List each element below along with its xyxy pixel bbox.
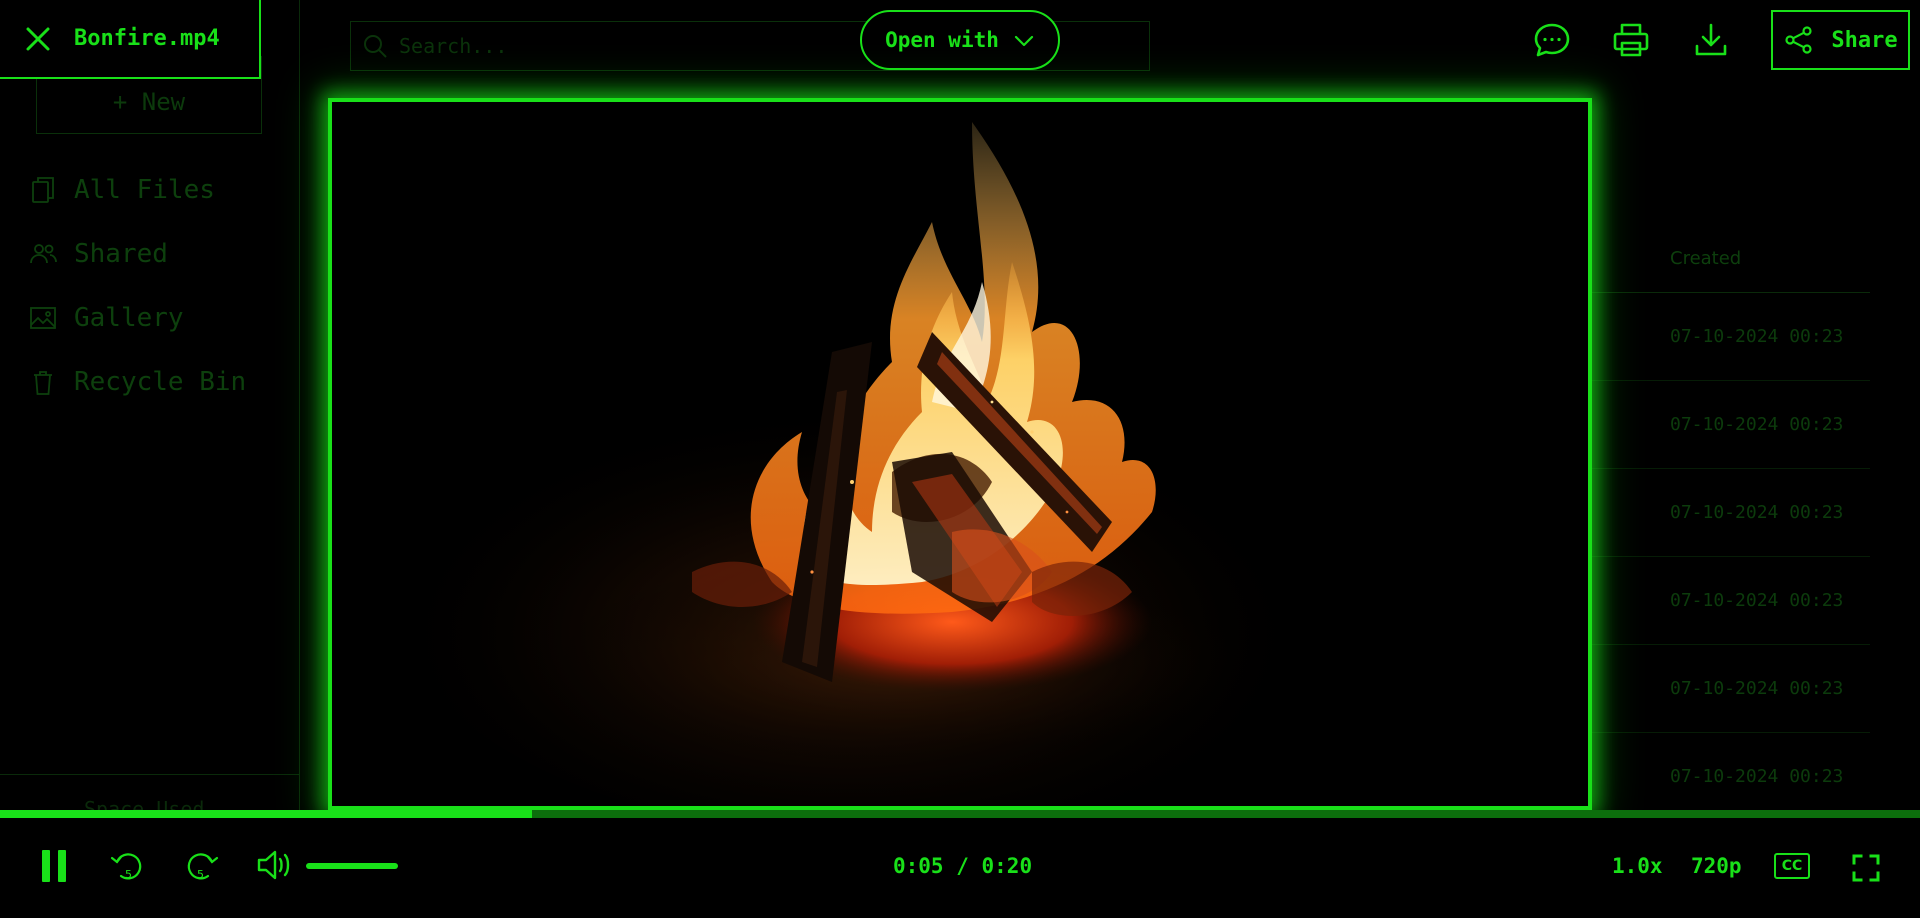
seek-bar[interactable] (0, 810, 1920, 818)
table-cell-created: 07-10-2024 00:23 (1670, 766, 1844, 787)
fullscreen-icon[interactable] (1850, 852, 1882, 884)
table-cell-created: 07-10-2024 00:23 (1670, 326, 1844, 347)
share-label: Share (1831, 27, 1898, 53)
volume-slider[interactable] (306, 863, 398, 869)
sidebar-item-label: All Files (74, 175, 215, 205)
file-name: Bonfire.mp4 (74, 26, 220, 51)
sidebar-item-shared[interactable]: Shared (28, 234, 168, 274)
storage-label: Space Used (84, 797, 205, 810)
people-icon (28, 239, 58, 269)
sidebar-item-gallery[interactable]: Gallery (28, 298, 184, 338)
trash-icon (28, 367, 58, 397)
open-with-label: Open with (885, 28, 999, 52)
chevron-down-icon (1013, 29, 1035, 51)
download-icon[interactable] (1691, 20, 1731, 60)
table-cell-created: 07-10-2024 00:23 (1670, 414, 1844, 435)
share-button[interactable]: Share (1771, 10, 1910, 70)
seek-bar-played (0, 810, 532, 818)
table-cell-created: 07-10-2024 00:23 (1670, 502, 1844, 523)
sidebar-item-recycle-bin[interactable]: Recycle Bin (28, 362, 246, 402)
files-icon (28, 175, 58, 205)
storage-footer: Space Used (0, 774, 300, 810)
time-separator: / (943, 854, 982, 878)
sidebar-item-all-files[interactable]: All Files (28, 170, 215, 210)
divider (1590, 644, 1870, 645)
current-time: 0:05 (893, 854, 944, 878)
playback-speed-button[interactable]: 1.0x (1612, 854, 1663, 878)
search-icon (361, 32, 389, 60)
time-display: 0:05 / 0:20 (893, 854, 1032, 878)
search-placeholder: Search... (399, 34, 508, 58)
forward-seconds: 5 (197, 868, 204, 881)
divider (1590, 292, 1870, 293)
volume-icon[interactable] (256, 848, 294, 882)
table-cell-created: 07-10-2024 00:23 (1670, 678, 1844, 699)
close-icon[interactable] (22, 23, 54, 55)
image-icon (28, 303, 58, 333)
pause-icon[interactable] (38, 848, 70, 884)
sidebar-item-label: Recycle Bin (74, 367, 247, 397)
player-controls: 5 5 0:05 / 0:20 1.0x 720p CC (0, 810, 1920, 918)
divider (1590, 556, 1870, 557)
sidebar: + New All Files Shared Gallery Recycle B… (0, 0, 300, 810)
forward-5-icon[interactable]: 5 (183, 848, 221, 884)
divider (1590, 732, 1870, 733)
divider (1590, 380, 1870, 381)
viewer-title-bar: Bonfire.mp4 (0, 0, 261, 79)
quality-button[interactable]: 720p (1691, 854, 1742, 878)
duration: 0:20 (981, 854, 1033, 878)
open-with-button[interactable]: Open with (860, 10, 1060, 70)
share-icon (1783, 24, 1815, 56)
column-header-created[interactable]: Created (1670, 248, 1741, 269)
rewind-seconds: 5 (125, 868, 132, 881)
sidebar-item-label: Shared (74, 239, 168, 269)
captions-button[interactable]: CC (1774, 853, 1810, 879)
divider (1590, 468, 1870, 469)
comment-icon[interactable] (1532, 20, 1572, 60)
video-player[interactable] (328, 98, 1592, 810)
print-icon[interactable] (1611, 20, 1651, 60)
table-cell-created: 07-10-2024 00:23 (1670, 590, 1844, 611)
sidebar-item-label: Gallery (74, 303, 184, 333)
bonfire-video-frame (332, 102, 1588, 806)
rewind-5-icon[interactable]: 5 (108, 848, 146, 884)
